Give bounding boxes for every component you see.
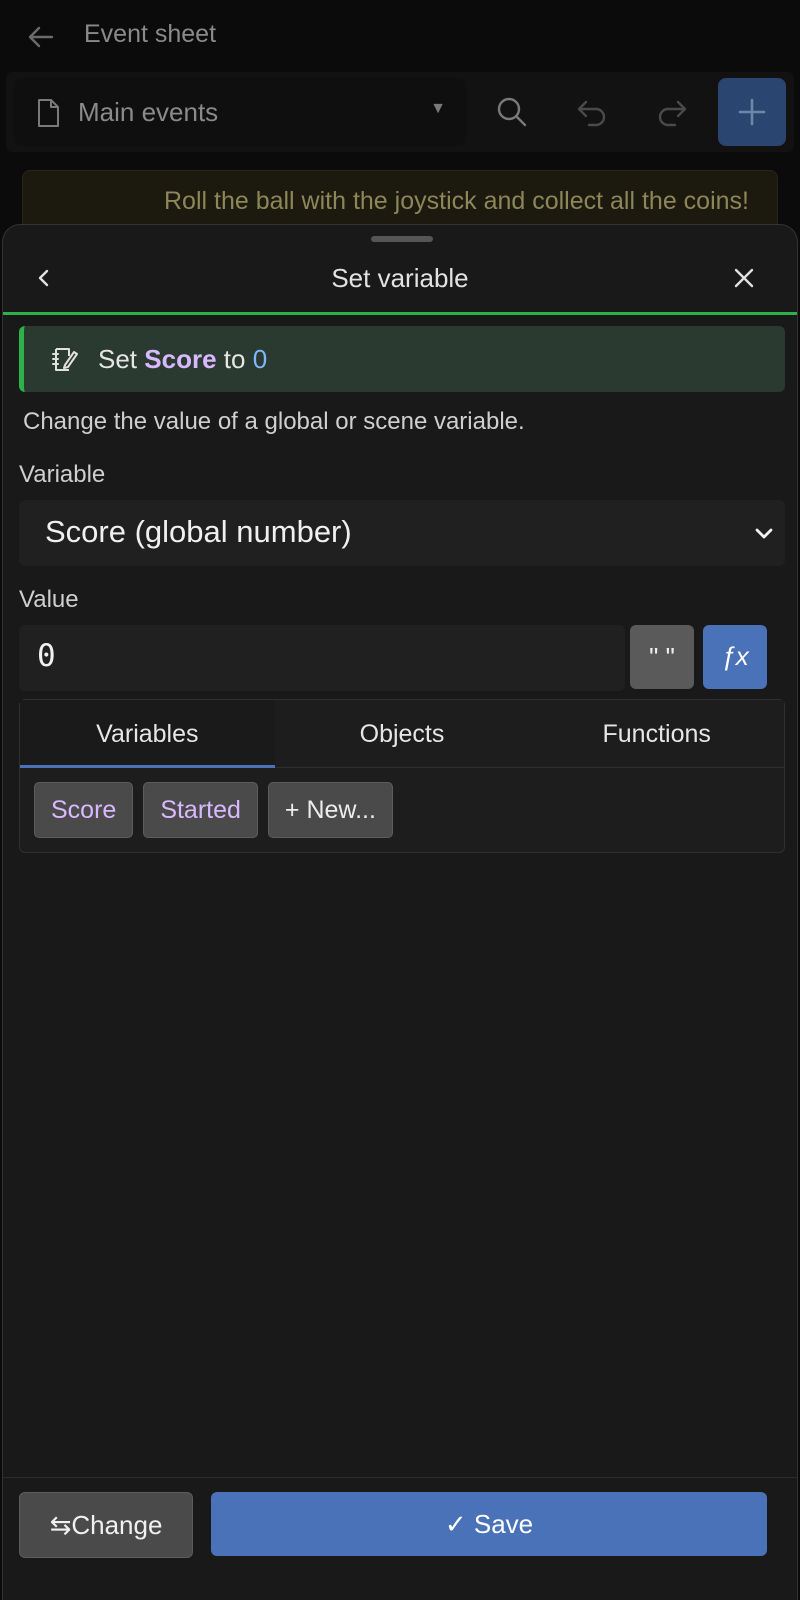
picker-tabs: Variables Objects Functions [20, 700, 785, 768]
chevron-down-icon [755, 528, 773, 539]
summary-text: Set Score to 0 [98, 344, 267, 375]
variable-chips: Score Started + New... [34, 782, 393, 838]
variable-select[interactable]: Score (global number) [19, 500, 785, 566]
value-label: Value [19, 586, 79, 613]
edit-note-icon [52, 348, 78, 371]
summary-middle: to [223, 344, 246, 374]
expression-mode-button[interactable]: ƒx [703, 625, 767, 689]
chip-score[interactable]: Score [34, 782, 134, 838]
change-button[interactable]: ⇆Change [19, 1492, 193, 1558]
summary-variable: Score [144, 344, 217, 374]
summary-prefix: Set [98, 344, 138, 374]
footer-divider [3, 1477, 797, 1478]
insert-picker: Variables Objects Functions Score Starte… [19, 699, 785, 853]
header-accent-line [3, 312, 797, 315]
app-title: Event sheet [84, 20, 217, 48]
action-summary: Set Score to 0 [19, 326, 785, 392]
redo-icon[interactable] [654, 94, 690, 130]
search-icon[interactable] [494, 94, 530, 130]
tab-functions[interactable]: Functions [529, 700, 785, 767]
variable-select-value: Score (global number) [45, 514, 352, 549]
sheet-header: Set variable [3, 245, 797, 313]
plus-icon [738, 98, 766, 126]
tab-variables[interactable]: Variables [20, 700, 275, 768]
new-variable-button[interactable]: + New... [267, 782, 393, 838]
chip-started[interactable]: Started [143, 782, 258, 838]
dropdown-caret-icon: ▼ [430, 100, 446, 117]
action-description: Change the value of a global or scene va… [23, 408, 525, 435]
sheet-select[interactable]: Main events ▼ [14, 78, 466, 146]
value-input-text: 0 [37, 638, 56, 674]
variable-label: Variable [19, 461, 106, 488]
undo-icon[interactable] [574, 94, 610, 130]
string-mode-button[interactable]: " " [630, 625, 694, 689]
add-event-button[interactable] [718, 78, 786, 146]
sheet-select-label: Main events [78, 97, 219, 127]
file-icon [38, 99, 59, 127]
close-icon[interactable] [729, 263, 759, 293]
back-arrow-icon[interactable] [26, 22, 56, 52]
save-button[interactable]: ✓ Save [211, 1492, 767, 1556]
dialog-title: Set variable [331, 263, 469, 293]
set-variable-sheet: Set variable Set Score to 0 Change the v… [2, 224, 798, 1600]
drag-handle[interactable] [371, 236, 433, 242]
tip-banner-text: Roll the ball with the joystick and coll… [163, 187, 749, 215]
value-input[interactable]: 0 [19, 625, 625, 691]
summary-value: 0 [252, 344, 268, 374]
tab-objects[interactable]: Objects [274, 700, 530, 767]
app-top-bar: Event sheet [0, 0, 800, 72]
